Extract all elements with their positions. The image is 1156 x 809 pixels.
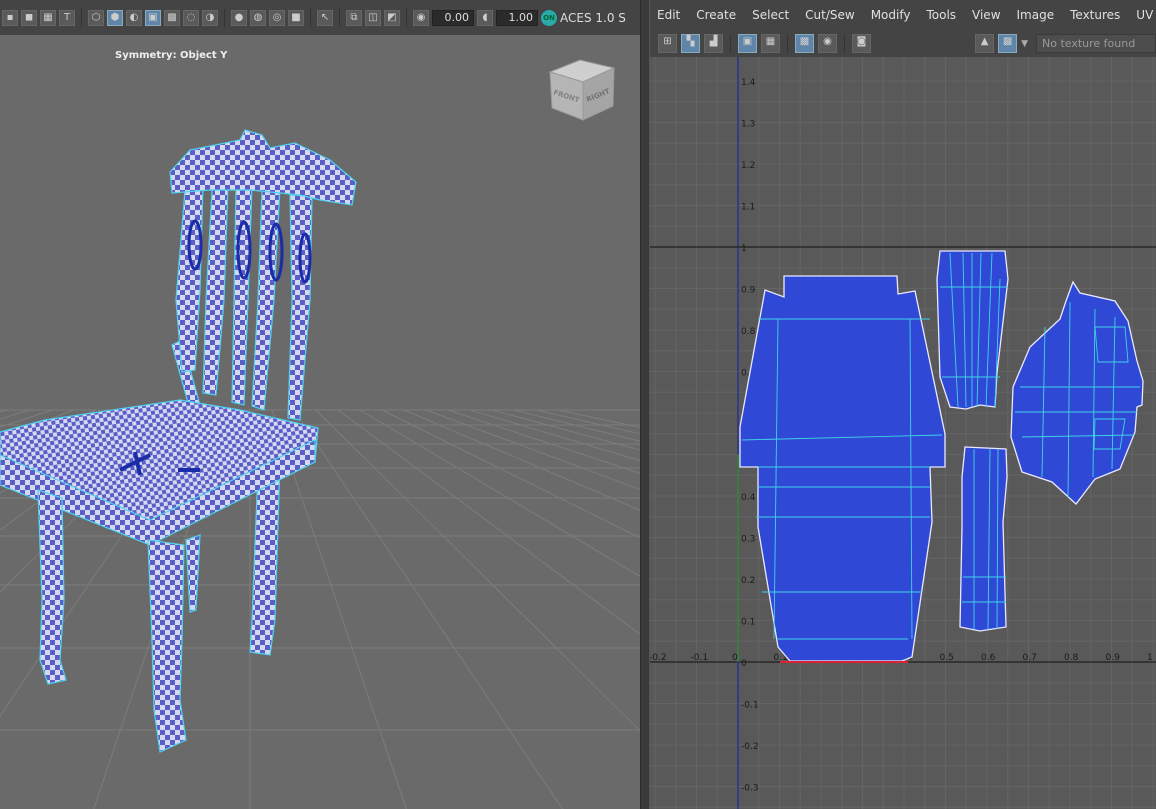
perspective-viewport[interactable]: FRONT RIGHT ▪ ◼ ▦ T ⬡ ⬢ ◐ ▣ ▩ ◌ ◑ ● ◍ ◎ … [0, 0, 640, 809]
uv-x-tick-label: 0.9 [1106, 653, 1121, 663]
film-gate-icon[interactable]: ⧉ [346, 9, 362, 26]
text-icon[interactable]: T [59, 9, 75, 26]
uv-shell-seat [739, 275, 946, 662]
uv-y-tick-label: 1.4 [741, 78, 756, 88]
uv-y-tick-label: 1.1 [741, 203, 755, 213]
toolbar-divider [224, 8, 225, 27]
uv-checker-icon[interactable]: ▩ [998, 34, 1018, 53]
gate-mask-icon[interactable]: ◩ [384, 9, 400, 26]
uv-y-tick-label: 1.2 [741, 161, 755, 171]
viewcube[interactable]: FRONT RIGHT [548, 59, 616, 121]
toolbar-divider [339, 8, 340, 27]
panel-splitter[interactable] [640, 0, 650, 809]
uv-y-tick-label: 0.3 [741, 535, 755, 545]
cube-wireframe-icon[interactable]: ⬡ [88, 9, 104, 26]
uv-x-tick-label: 1 [1147, 653, 1153, 663]
viewport-scene[interactable]: FRONT RIGHT [0, 0, 640, 809]
textured-icon[interactable]: ▣ [145, 9, 161, 26]
isolate-icon[interactable]: ◌ [183, 9, 199, 26]
resolution-gate-icon[interactable]: ◫ [365, 9, 381, 26]
texture-dropdown[interactable]: No texture found [1036, 34, 1156, 53]
uv-image-icon[interactable]: ▲ [975, 34, 995, 53]
menu-uv-sets[interactable]: UV Sets [1128, 8, 1156, 22]
view-transform-dropdown[interactable]: ACES 1.0 S [560, 11, 626, 25]
uv-border-icon[interactable]: ▣ [738, 34, 757, 53]
uv-shell-top-rail [1010, 280, 1144, 505]
viewport-toolbar: ▪ ◼ ▦ T ⬡ ⬢ ◐ ▣ ▩ ◌ ◑ ● ◍ ◎ ■ ↖ ⧉ ◫ ◩ ◉ … [0, 0, 640, 35]
uv-editor-menubar: Edit Create Select Cut/Sew Modify Tools View Im… [650, 0, 1156, 30]
uv-canvas[interactable]: 1.4 1.3 1.2 1.1 1 0.9 0.8 0.7 0.6 0.5 0.4 0.3 0.2 0.1… [650, 57, 1156, 809]
sphere-light-icon[interactable]: ● [231, 9, 247, 26]
uv-pixel-snap-icon[interactable]: ◉ [818, 34, 837, 53]
uv-snapshot-icon[interactable]: ◙ [852, 34, 871, 53]
uv-y-tick-label: 0.2 [741, 576, 755, 586]
antialias-icon[interactable]: ■ [288, 9, 304, 26]
uv-y-tick-label: 0.8 [741, 327, 756, 337]
shadow-icon[interactable]: ◑ [202, 9, 218, 26]
exposure-field[interactable]: 0.00 [432, 9, 474, 26]
menu-cut-sew[interactable]: Cut/Sew [797, 8, 863, 22]
uv-wire-icon[interactable]: ▦ [761, 34, 780, 53]
toolbar-divider [310, 8, 311, 27]
uv-y-tick-label: 0 [741, 659, 747, 669]
menu-create[interactable]: Create [688, 8, 744, 22]
uv-y-tick-label: -0.1 [741, 701, 759, 711]
uv-y-tick-label: 1 [741, 244, 747, 254]
menu-edit[interactable]: Edit [650, 8, 688, 22]
motion-blur-icon[interactable]: ◎ [269, 9, 285, 26]
chevron-down-icon[interactable]: ▼ [1021, 39, 1028, 49]
menu-modify[interactable]: Modify [863, 8, 919, 22]
uv-y-tick-label: -0.2 [741, 742, 759, 752]
xray-icon[interactable]: ◐ [126, 9, 142, 26]
ambient-occlusion-icon[interactable]: ◍ [250, 9, 266, 26]
menu-image[interactable]: Image [1009, 8, 1063, 22]
uv-y-tick-label: 0.4 [741, 493, 756, 503]
uv-x-tick-label: 0.7 [1023, 653, 1037, 663]
smooth-shade-icon[interactable]: ◼ [21, 9, 37, 26]
uv-x-tick-label: -0.1 [691, 653, 709, 663]
menu-tools[interactable]: Tools [918, 8, 964, 22]
shaded-cube-icon[interactable]: ⬢ [107, 9, 123, 26]
toolbar-divider [787, 34, 788, 53]
toolbar-divider [844, 34, 845, 53]
uv-x-tick-label: 0.5 [940, 653, 954, 663]
symmetry-label: Symmetry: Object Y [115, 50, 228, 61]
checker-icon[interactable]: ▩ [164, 9, 180, 26]
uv-grid-icon[interactable]: ⊞ [658, 34, 677, 53]
uv-y-tick-label: 0.1 [741, 618, 755, 628]
uv-grid-display-icon[interactable]: ▩ [795, 34, 814, 53]
toolbar-divider [730, 34, 731, 53]
chair-model[interactable] [0, 129, 357, 753]
uv-distortion-icon[interactable]: ▟ [704, 34, 723, 53]
uv-y-tick-label: -0.3 [741, 784, 759, 794]
uv-x-tick-label: 0 [732, 653, 738, 663]
uv-shell-lower-leg [959, 446, 1008, 632]
gamma-icon[interactable]: ◖ [477, 9, 493, 26]
uv-editor-toolbar: ⊞ ▚ ▟ ▣ ▦ ▩ ◉ ◙ ▲ ▩ ▼ No texture found [650, 30, 1156, 57]
uv-y-tick-label: 1.3 [741, 120, 755, 130]
uv-x-tick-label: 0.6 [981, 653, 996, 663]
uv-x-tick-label: -0.2 [650, 653, 667, 663]
menu-textures[interactable]: Textures [1062, 8, 1128, 22]
toolbar-divider [81, 8, 82, 27]
uv-shell-icon[interactable]: ▚ [681, 34, 700, 53]
gamma-field[interactable]: 1.00 [496, 9, 538, 26]
color-management-toggle[interactable]: ON [541, 9, 557, 26]
image-plane-icon[interactable]: ▦ [40, 9, 56, 26]
uv-y-tick-label: 0.9 [741, 286, 756, 296]
toolbar-divider [406, 8, 407, 27]
uv-x-tick-label: 0.8 [1064, 653, 1079, 663]
menu-select[interactable]: Select [744, 8, 797, 22]
select-tool-icon[interactable]: ↖ [317, 9, 333, 26]
uv-shell-upper-leg [936, 250, 1009, 410]
uv-editor-panel: Edit Create Select Cut/Sew Modify Tools View Im… [650, 0, 1156, 809]
exposure-icon[interactable]: ◉ [413, 9, 429, 26]
menu-view[interactable]: View [964, 8, 1008, 22]
wireframe-icon[interactable]: ▪ [2, 9, 18, 26]
